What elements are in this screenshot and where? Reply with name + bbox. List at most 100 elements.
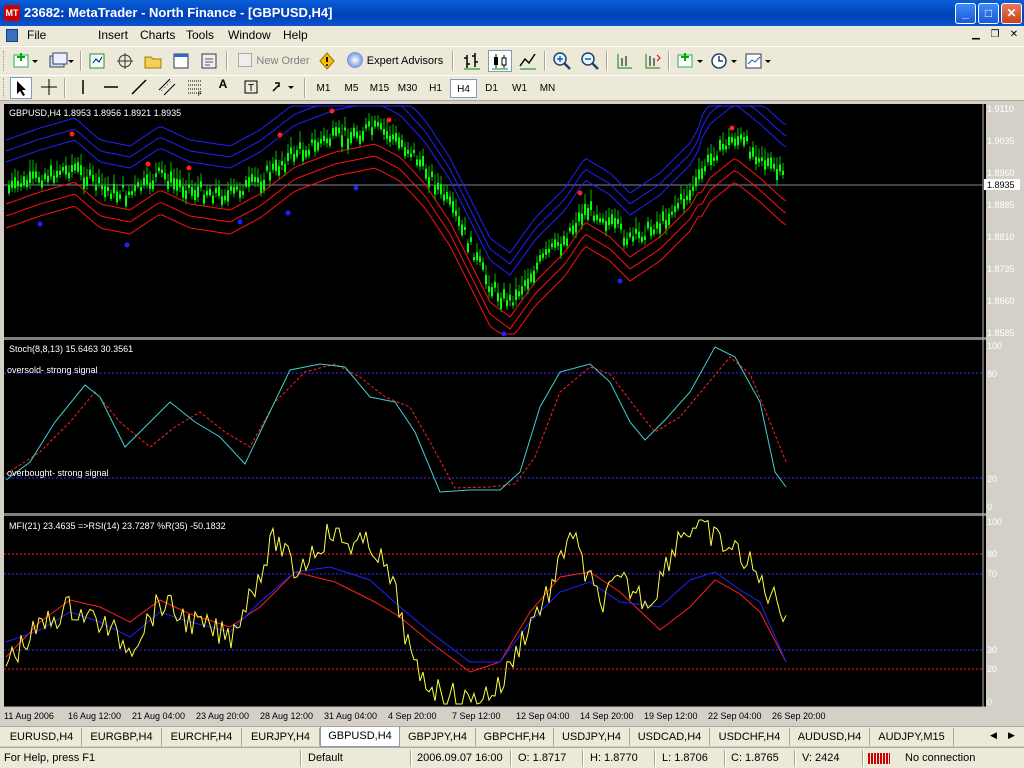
timeframe-m1[interactable]: M1 <box>310 79 337 98</box>
tab-usdchf[interactable]: USDCHF,H4 <box>710 728 790 746</box>
tab-eurgbp[interactable]: EURGBP,H4 <box>82 728 162 746</box>
timeframe-w1[interactable]: W1 <box>506 79 533 98</box>
time-tick: 7 Sep 12:00 <box>452 711 501 721</box>
price-axis: 1.9110 1.9035 1.8960 1.8885 1.8810 1.873… <box>987 104 1015 338</box>
mdi-minimize-icon[interactable]: ▁ <box>968 29 984 43</box>
menu-help[interactable]: Help <box>283 28 308 42</box>
auto-scroll-icon[interactable] <box>640 50 664 72</box>
candle-body <box>47 175 49 182</box>
close-button[interactable]: ✕ <box>1001 3 1022 24</box>
candle-body <box>491 287 493 297</box>
candle-body <box>596 214 598 221</box>
candle-body <box>401 140 403 147</box>
navigator-icon[interactable] <box>114 50 136 72</box>
equidistant-channel-icon[interactable] <box>156 77 178 99</box>
timeframe-m5[interactable]: M5 <box>338 79 365 98</box>
fractal-down-marker <box>285 210 291 216</box>
candlestick-chart-icon[interactable] <box>488 50 512 72</box>
tab-gbpusd[interactable]: GBPUSD,H4 <box>320 727 400 747</box>
profiles-icon[interactable] <box>46 50 76 72</box>
menu-window[interactable]: Window <box>228 28 271 42</box>
tab-eurjpy[interactable]: EURJPY,H4 <box>242 728 320 746</box>
menu-insert[interactable]: Insert <box>98 28 128 42</box>
mdi-close-icon[interactable]: ✕ <box>1006 29 1022 43</box>
status-datetime: 2006.09.07 16:00 <box>417 752 503 764</box>
maximize-button[interactable]: □ <box>978 3 999 24</box>
candle-body <box>629 232 631 237</box>
timeframe-mn[interactable]: MN <box>534 79 561 98</box>
candle-body <box>740 134 742 140</box>
arrows-icon[interactable] <box>268 77 298 99</box>
menu-charts[interactable]: Charts <box>140 28 175 42</box>
new-chart-button[interactable] <box>10 50 40 72</box>
horizontal-line-icon[interactable] <box>100 77 122 99</box>
zoom-in-icon[interactable] <box>550 50 574 72</box>
tab-eurusd[interactable]: EURUSD,H4 <box>2 728 82 746</box>
signals-icon[interactable] <box>316 50 338 72</box>
fibonacci-icon[interactable]: F <box>184 77 206 99</box>
timeframe-h4[interactable]: H4 <box>450 79 477 98</box>
candle-body <box>575 223 577 233</box>
candle-body <box>170 171 172 183</box>
fractal-up-marker <box>577 190 583 196</box>
new-order-button[interactable]: New Order <box>234 50 314 72</box>
status-close: C: 1.8765 <box>731 752 779 764</box>
tab-gbpjpy[interactable]: GBPJPY,H4 <box>400 728 476 746</box>
status-help: For Help, press F1 <box>4 752 96 764</box>
tab-scroll-left-icon[interactable]: ◀ <box>990 730 997 741</box>
vertical-line-icon[interactable] <box>72 77 94 99</box>
tab-audusd[interactable]: AUDUSD,H4 <box>790 728 870 746</box>
folder-icon[interactable] <box>142 50 164 72</box>
price-tick: 1.8585 <box>987 328 1015 338</box>
document-icon[interactable] <box>6 29 18 42</box>
bar-chart-icon[interactable] <box>460 50 484 72</box>
market-watch-icon[interactable] <box>86 50 108 72</box>
templates-icon[interactable] <box>742 50 774 72</box>
trendline-icon[interactable] <box>128 77 150 99</box>
indicators-icon[interactable] <box>674 50 706 72</box>
timeframe-m30[interactable]: M30 <box>394 79 421 98</box>
mdi-restore-icon[interactable]: ❐ <box>987 29 1003 43</box>
stoch-tick: 80 <box>987 369 997 379</box>
tab-eurchf[interactable]: EURCHF,H4 <box>162 728 242 746</box>
timeframe-d1[interactable]: D1 <box>478 79 505 98</box>
cursor-icon[interactable] <box>10 77 32 99</box>
candle-body <box>14 177 16 189</box>
zoom-out-icon[interactable] <box>578 50 602 72</box>
candle-body <box>32 171 34 179</box>
timeframe-m15[interactable]: M15 <box>366 79 393 98</box>
candle-body <box>476 252 478 261</box>
candle-body <box>68 172 70 179</box>
chart-canvas[interactable]: GBPUSD,H4 1.8953 1.8956 1.8921 1.8935 St… <box>0 102 1024 726</box>
text-icon[interactable]: A <box>212 77 234 99</box>
tab-usdjpy[interactable]: USDJPY,H4 <box>554 728 630 746</box>
candle-body <box>107 187 109 192</box>
tab-audjpy[interactable]: AUDJPY,M15 <box>870 728 954 746</box>
tab-usdcad[interactable]: USDCAD,H4 <box>630 728 710 746</box>
expert-advisors-button[interactable]: Expert Advisors <box>342 50 448 72</box>
line-chart-icon[interactable] <box>516 50 540 72</box>
text-label-icon[interactable]: T <box>240 77 262 99</box>
menu-tools[interactable]: Tools <box>186 28 214 42</box>
tab-gbpchf[interactable]: GBPCHF,H4 <box>476 728 554 746</box>
tester-icon[interactable] <box>198 50 220 72</box>
candle-body <box>110 193 112 199</box>
fractal-down-marker <box>353 185 359 191</box>
terminal-icon[interactable] <box>170 50 192 72</box>
candle-body <box>134 185 136 192</box>
minimize-button[interactable]: _ <box>955 3 976 24</box>
timeframe-h1[interactable]: H1 <box>422 79 449 98</box>
candle-body <box>599 218 601 223</box>
chart-window[interactable]: GBPUSD,H4 1.8953 1.8956 1.8921 1.8935 St… <box>0 102 1024 726</box>
status-low: L: 1.8706 <box>662 752 708 764</box>
menu-file[interactable]: File <box>27 28 46 42</box>
tab-scroll-right-icon[interactable]: ▶ <box>1008 730 1015 741</box>
chart-shift-icon[interactable] <box>612 50 636 72</box>
candle-body <box>161 169 163 173</box>
candle-body <box>164 173 166 180</box>
candle-body <box>311 139 313 143</box>
periods-icon[interactable] <box>708 50 740 72</box>
crosshair-icon[interactable] <box>38 77 60 99</box>
candle-body <box>26 179 28 188</box>
candle-body <box>296 150 298 157</box>
